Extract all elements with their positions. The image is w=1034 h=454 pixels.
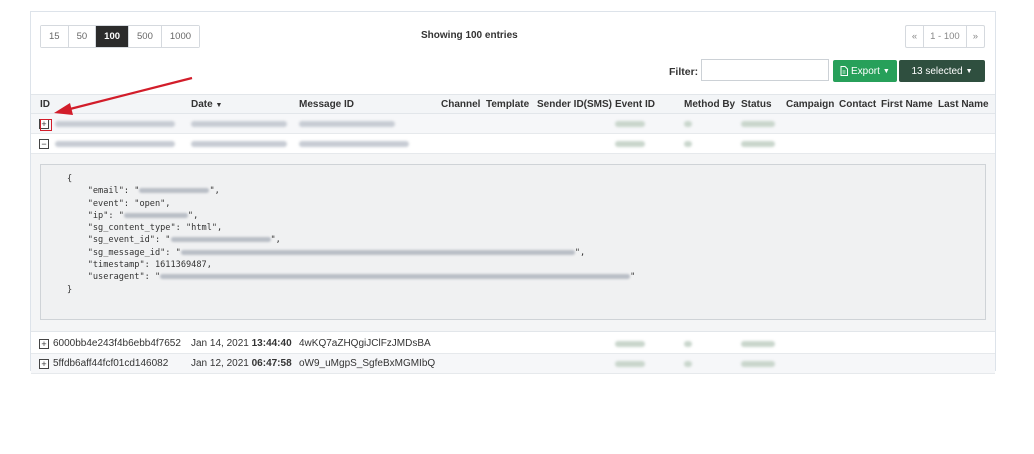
column-header-id[interactable]: ID xyxy=(40,99,50,110)
redacted-date xyxy=(191,141,287,147)
column-header-status[interactable]: Status xyxy=(741,99,772,110)
redacted-method-by xyxy=(684,361,692,367)
redacted-event-id xyxy=(615,341,645,347)
column-header-message-id[interactable]: Message ID xyxy=(299,99,354,110)
redacted-value xyxy=(160,274,631,280)
annotation-highlight-box xyxy=(40,119,52,131)
entries-count-text: Showing 100 entries xyxy=(421,30,518,41)
column-header-sender-id[interactable]: Sender ID(SMS) xyxy=(537,99,612,110)
column-header-template[interactable]: Template xyxy=(486,99,529,110)
redacted-event-id xyxy=(615,361,645,367)
redacted-id xyxy=(55,121,175,127)
redacted-event-id xyxy=(615,141,645,147)
column-header-first-name[interactable]: First Name xyxy=(881,99,933,110)
column-header-last-name[interactable]: Last Name xyxy=(938,99,989,110)
page-size-50[interactable]: 50 xyxy=(68,26,97,47)
json-viewer: { "email": " ", "event": "open", "ip": " "… xyxy=(40,164,986,320)
cell-message-id: 4wKQ7aZHQgiJClFzJMDsBA xyxy=(299,338,431,349)
caret-down-icon: ▼ xyxy=(882,67,890,75)
page-range[interactable]: 1 - 100 xyxy=(924,26,967,47)
page-size-1000[interactable]: 1000 xyxy=(161,26,200,47)
cell-date: Jan 12, 2021 06:47:58 xyxy=(191,358,292,369)
table-header: ID Date ▼ Message ID Channel Template Se… xyxy=(31,94,995,114)
redacted-status xyxy=(741,361,775,367)
redacted-date xyxy=(191,121,287,127)
redacted-method-by xyxy=(684,121,692,127)
redacted-value xyxy=(123,212,188,218)
page-size-100[interactable]: 100 xyxy=(96,26,130,47)
file-icon xyxy=(840,66,848,76)
redacted-status xyxy=(741,341,775,347)
prev-page-button[interactable]: « xyxy=(906,26,925,47)
redacted-method-by xyxy=(684,141,692,147)
table-row[interactable]: + 6000bb4e243f4b6ebb4f7652 Jan 14, 2021 … xyxy=(31,334,995,354)
cell-message-id: oW9_uMgpS_SgfeBxMGMIbQ xyxy=(299,358,436,369)
cell-id: 6000bb4e243f4b6ebb4f7652 xyxy=(53,338,181,349)
redacted-id xyxy=(55,141,175,147)
sort-desc-icon: ▼ xyxy=(215,102,223,109)
row-detail-panel: { "email": " ", "event": "open", "ip": " "… xyxy=(31,154,995,332)
filter-label: Filter: xyxy=(669,66,699,78)
plus-square-icon[interactable]: + xyxy=(39,359,49,369)
selected-count-button[interactable]: 13 selected ▼ xyxy=(899,60,985,82)
redacted-status xyxy=(741,121,775,127)
column-header-channel[interactable]: Channel xyxy=(441,99,480,110)
redacted-message-id xyxy=(299,121,395,127)
cell-date: Jan 14, 2021 13:44:40 xyxy=(191,338,292,349)
page-size-15[interactable]: 15 xyxy=(41,26,69,47)
page-size-500[interactable]: 500 xyxy=(129,26,162,47)
column-header-contact[interactable]: Contact xyxy=(839,99,876,110)
minus-square-icon[interactable]: − xyxy=(39,139,49,149)
table-row[interactable]: + xyxy=(31,114,995,134)
redacted-event-id xyxy=(615,121,645,127)
redacted-value xyxy=(180,249,575,255)
page-size-selector: 15 50 100 500 1000 xyxy=(40,25,201,48)
next-page-button[interactable]: » xyxy=(967,26,984,47)
caret-down-icon: ▼ xyxy=(965,67,973,75)
pagination: « 1 - 100 » xyxy=(904,25,985,48)
column-header-campaign[interactable]: Campaign xyxy=(786,99,834,110)
column-header-method-by[interactable]: Method By xyxy=(684,99,735,110)
redacted-method-by xyxy=(684,341,692,347)
redacted-value xyxy=(139,188,210,194)
column-header-date[interactable]: Date ▼ xyxy=(191,99,222,110)
cell-id: 5ffdb6aff44fcf01cd146082 xyxy=(53,358,169,369)
selected-count-label: 13 selected xyxy=(911,65,963,77)
filter-input[interactable] xyxy=(701,59,829,81)
redacted-message-id xyxy=(299,141,409,147)
redacted-value xyxy=(170,237,271,243)
table-row[interactable]: + 5ffdb6aff44fcf01cd146082 Jan 12, 2021 … xyxy=(31,354,995,374)
export-label: Export xyxy=(851,65,880,77)
plus-square-icon[interactable]: + xyxy=(39,339,49,349)
table-row[interactable]: − xyxy=(31,134,995,154)
column-header-event-id[interactable]: Event ID xyxy=(615,99,655,110)
export-button[interactable]: Export ▼ xyxy=(833,60,897,82)
entries-panel: 15 50 100 500 1000 Showing 100 entries «… xyxy=(30,11,996,374)
redacted-status xyxy=(741,141,775,147)
